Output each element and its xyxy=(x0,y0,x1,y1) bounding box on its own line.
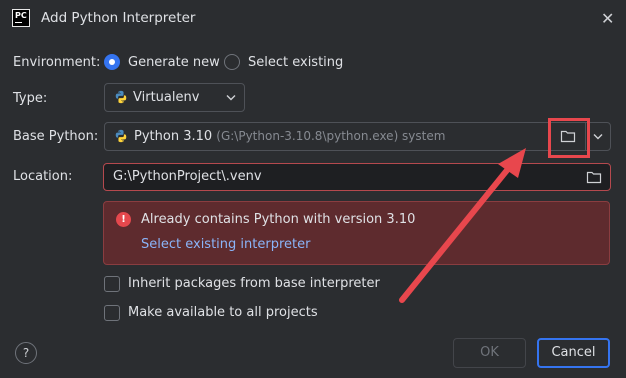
close-icon[interactable]: ✕ xyxy=(601,9,614,28)
location-value: G:\PythonProject\.venv xyxy=(113,169,262,184)
python-icon xyxy=(115,129,127,143)
make-available-checkbox[interactable] xyxy=(104,305,120,321)
inherit-packages-label[interactable]: Inherit packages from base interpreter xyxy=(128,276,380,291)
select-existing-interpreter-link[interactable]: Select existing interpreter xyxy=(141,237,310,252)
environment-label: Environment: xyxy=(13,55,101,70)
location-label: Location: xyxy=(13,169,73,184)
base-python-label: Base Python: xyxy=(13,129,99,144)
error-message: Already contains Python with version 3.1… xyxy=(141,212,416,227)
select-existing-label[interactable]: Select existing xyxy=(248,55,343,70)
ok-button[interactable]: OK xyxy=(453,338,526,368)
base-python-name: Python 3.10 xyxy=(134,129,213,144)
type-value: Virtualenv xyxy=(133,90,200,105)
folder-icon[interactable] xyxy=(586,170,602,184)
app-icon-text: PC xyxy=(15,11,27,20)
python-icon xyxy=(115,90,127,104)
error-icon: ! xyxy=(116,212,131,227)
dialog-title: Add Python Interpreter xyxy=(41,10,196,26)
radio-select-existing[interactable] xyxy=(224,54,240,70)
cancel-button[interactable]: Cancel xyxy=(537,338,610,368)
help-icon[interactable]: ? xyxy=(15,342,37,364)
highlight-rectangle xyxy=(548,118,590,158)
type-select[interactable]: Virtualenv xyxy=(104,83,245,112)
make-available-label[interactable]: Make available to all projects xyxy=(128,305,318,320)
chevron-down-icon[interactable] xyxy=(593,133,603,140)
inherit-packages-checkbox[interactable] xyxy=(104,276,120,292)
chevron-down-icon xyxy=(226,95,236,101)
pycharm-app-icon: PC xyxy=(12,9,30,27)
type-label: Type: xyxy=(13,91,48,106)
radio-generate-new[interactable] xyxy=(104,54,120,70)
annotation-arrow-icon xyxy=(399,148,526,303)
generate-new-label[interactable]: Generate new xyxy=(128,55,220,70)
